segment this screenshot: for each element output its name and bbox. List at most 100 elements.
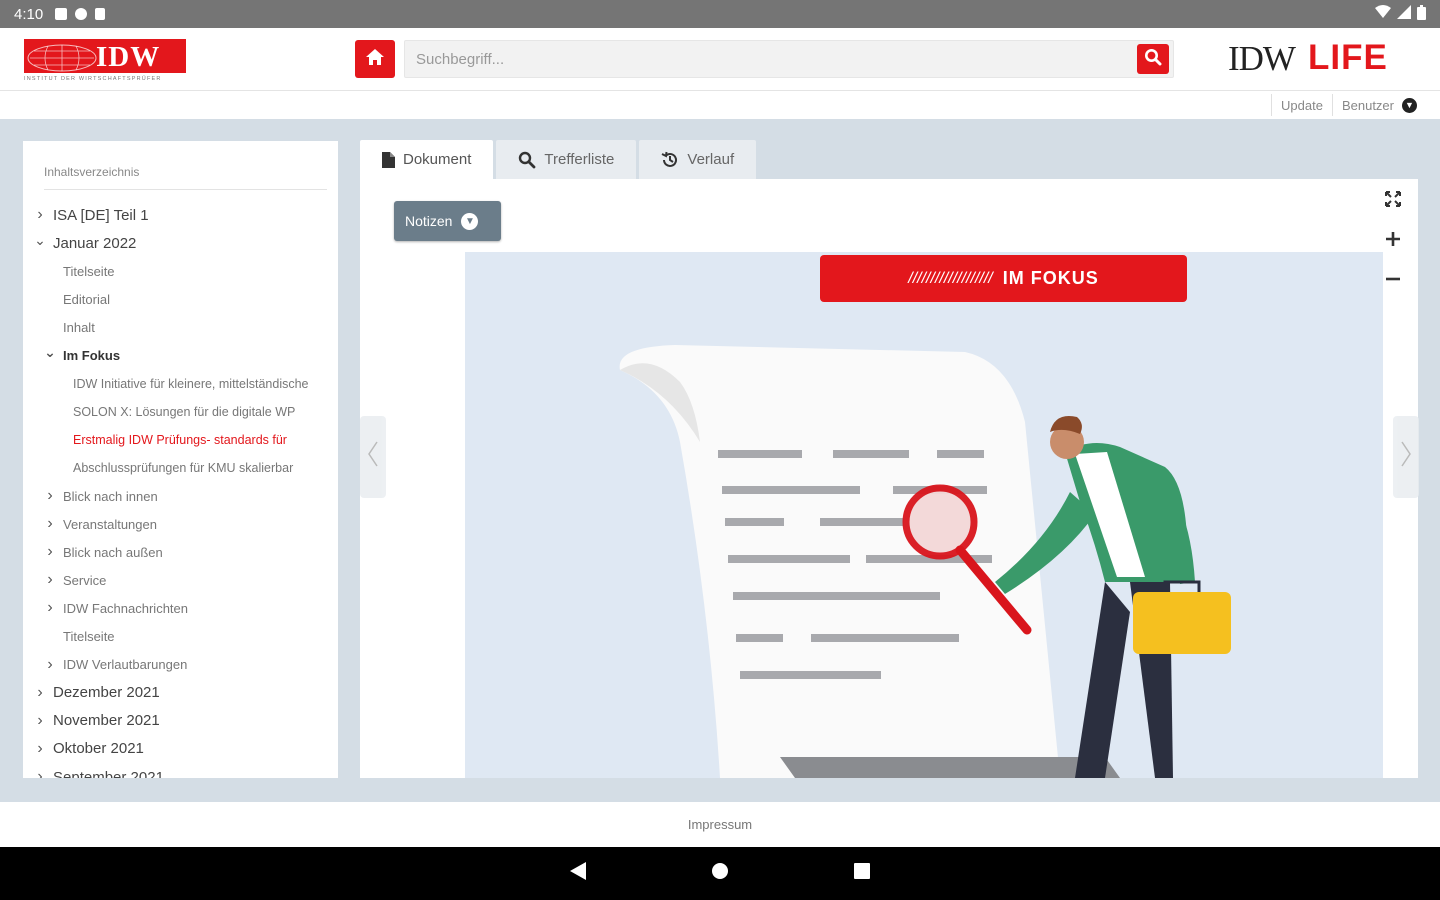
toc-item[interactable]: › Blick nach innen xyxy=(43,484,158,508)
home-system-button[interactable] xyxy=(708,862,732,886)
battery-icon xyxy=(1417,4,1426,24)
search-button[interactable] xyxy=(1137,44,1169,74)
toc-title: Inhaltsverzeichnis xyxy=(44,165,140,179)
fullscreen-button[interactable] xyxy=(1380,187,1406,213)
user-menu-label: Benutzer xyxy=(1341,97,1394,113)
toc-item[interactable]: IDW Initiative für kleinere, mittelständ… xyxy=(53,372,309,396)
user-menu[interactable]: Benutzer ▼ xyxy=(1331,94,1426,116)
toc-item[interactable]: › ISA [DE] Teil 1 xyxy=(33,203,148,227)
table-of-contents: Inhaltsverzeichnis › ISA [DE] Teil 1 ⌄ Janu… xyxy=(23,141,338,778)
document-illustration xyxy=(619,345,1231,778)
idw-logo-text: IDW xyxy=(96,41,161,73)
toc-item[interactable]: › November 2021 xyxy=(33,709,160,733)
toc-item[interactable]: › Oktober 2021 xyxy=(33,737,144,761)
toc-item[interactable]: Editorial xyxy=(43,287,110,311)
toc-item-label: Veranstaltungen xyxy=(63,516,157,532)
chevron-down-icon: ▼ xyxy=(1402,97,1417,113)
toc-item[interactable]: › IDW Fachnachrichten xyxy=(43,596,188,620)
footer: Impressum xyxy=(0,802,1440,847)
chevron-right-icon: › xyxy=(47,655,53,673)
toc-item-label: IDW Verlautbarungen xyxy=(63,657,188,673)
toc-item[interactable]: › Dezember 2021 xyxy=(33,681,159,705)
previous-page-button[interactable] xyxy=(360,416,386,498)
toc-item[interactable]: › Service xyxy=(43,568,106,592)
toc-item[interactable]: Erstmalig IDW Prüfungs- standards für xyxy=(53,428,287,452)
recents-button[interactable] xyxy=(850,862,874,886)
app-notification-icon xyxy=(75,8,88,20)
chevron-right-icon: › xyxy=(47,599,53,617)
idw-logo-subtitle: INSTITUT DER WIRTSCHAFTSPRÜFER xyxy=(24,76,162,82)
toc-item[interactable]: SOLON X: Lösungen für die digitale WP xyxy=(53,400,295,424)
toc-item[interactable]: › September 2021 xyxy=(33,765,164,778)
notes-button-label: Notizen xyxy=(405,213,453,229)
tab-hit-list-label: Trefferliste xyxy=(544,151,615,168)
tab-document[interactable]: Dokument xyxy=(360,140,494,179)
back-icon xyxy=(569,861,587,886)
search-icon xyxy=(1144,48,1162,71)
tab-document-label: Dokument xyxy=(403,151,472,168)
update-link[interactable]: Update xyxy=(1271,94,1332,116)
chevron-right-icon: › xyxy=(37,711,43,729)
fullscreen-icon xyxy=(1385,187,1401,213)
zoom-in-button[interactable] xyxy=(1380,227,1406,253)
wifi-icon xyxy=(1375,5,1391,23)
next-page-button[interactable] xyxy=(1393,416,1419,498)
sd-card-icon xyxy=(95,8,106,20)
search-input[interactable] xyxy=(405,41,1105,77)
toc-item-label: Service xyxy=(63,572,107,588)
chevron-right-icon: › xyxy=(47,515,53,533)
chevron-right-icon xyxy=(1401,441,1411,474)
toc-divider xyxy=(44,189,327,190)
plus-icon xyxy=(1385,227,1401,253)
toc-item[interactable]: Titelseite xyxy=(43,625,115,649)
circle-icon xyxy=(711,862,729,885)
history-icon xyxy=(661,151,679,169)
toc-item[interactable]: Inhalt xyxy=(43,315,95,339)
toc-item-label: IDW Initiative für kleinere, mittelständ… xyxy=(73,376,309,391)
square-icon xyxy=(853,862,871,885)
imprint-link[interactable]: Impressum xyxy=(688,817,752,832)
chevron-right-icon: › xyxy=(47,543,53,561)
toc-item[interactable]: Titelseite xyxy=(43,259,115,283)
toc-item[interactable]: Abschlussprüfungen für KMU skalierbar xyxy=(53,456,293,480)
signal-icon xyxy=(1397,5,1411,23)
toc-item-label: Im Fokus xyxy=(63,348,121,363)
minus-icon xyxy=(1385,267,1401,293)
page-margin xyxy=(395,252,465,778)
toc-item-label: Blick nach innen xyxy=(63,488,158,504)
zoom-out-button[interactable] xyxy=(1380,267,1406,293)
status-indicators xyxy=(1375,4,1426,24)
toc-item[interactable]: › Veranstaltungen xyxy=(43,512,157,536)
toc-item[interactable]: ⌄ Januar 2022 xyxy=(33,231,136,255)
toc-item-label: November 2021 xyxy=(53,712,160,730)
chevron-down-icon: ⌄ xyxy=(34,231,46,248)
toc-item-label: Januar 2022 xyxy=(53,234,137,252)
toc-item[interactable]: ⌄ Im Fokus xyxy=(43,344,120,368)
chevron-down-icon: ▼ xyxy=(461,212,479,230)
toc-item-label: Oktober 2021 xyxy=(53,740,144,758)
idw-logo[interactable]: IDW INSTITUT DER WIRTSCHAFTSPRÜFER xyxy=(24,39,186,85)
home-button[interactable] xyxy=(355,40,395,78)
document-page: /////////////////// IM FOKUS xyxy=(465,252,1383,778)
subheader-bar: Update Benutzer ▼ xyxy=(0,91,1440,119)
document-icon xyxy=(382,151,395,168)
chevron-down-icon: ⌄ xyxy=(44,344,56,360)
toc-item-label: Titelseite xyxy=(63,263,115,279)
search-bar xyxy=(404,40,1174,78)
idw-life-logo-right: LIFE xyxy=(1308,38,1388,77)
toc-item-label: Editorial xyxy=(63,291,110,307)
notification-icon xyxy=(55,8,68,20)
search-icon xyxy=(518,151,536,169)
toc-item-label: SOLON X: Lösungen für die digitale WP xyxy=(73,404,296,419)
toc-item[interactable]: › IDW Verlautbarungen xyxy=(43,653,187,677)
tab-history-label: Verlauf xyxy=(687,151,735,168)
chevron-right-icon: › xyxy=(37,683,43,701)
status-time: 4:10 xyxy=(14,5,44,23)
toc-item-label: IDW Fachnachrichten xyxy=(63,600,188,616)
toc-item-label: Blick nach außen xyxy=(63,544,163,560)
notes-button[interactable]: Notizen ▼ xyxy=(394,201,501,241)
tab-history[interactable]: Verlauf xyxy=(639,140,757,179)
tab-hit-list[interactable]: Trefferliste xyxy=(496,140,637,179)
back-button[interactable] xyxy=(566,862,590,886)
toc-item[interactable]: › Blick nach außen xyxy=(43,540,163,564)
